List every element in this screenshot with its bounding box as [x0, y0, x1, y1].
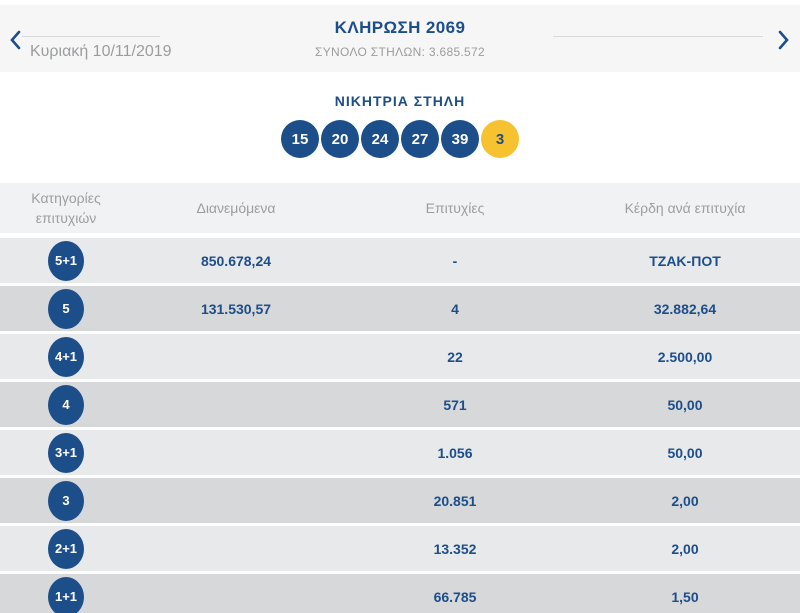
cell-distributed: 131.530,57 [132, 301, 340, 317]
cell-prize: 2,00 [570, 493, 800, 509]
winning-number-ball: 27 [401, 120, 439, 158]
cell-winners: 1.056 [340, 445, 570, 461]
cell-winners: 20.851 [340, 493, 570, 509]
category-badge: 3 [48, 481, 84, 521]
category-badge: 5+1 [48, 241, 84, 281]
cell-prize: 32.882,64 [570, 301, 800, 317]
draw-date: Κυριακή 10/11/2019 [30, 43, 172, 61]
cell-prize: ΤΖΑΚ-ΠΟΤ [570, 253, 800, 269]
bonus-number-ball: 3 [481, 120, 519, 158]
winning-number-ball: 15 [281, 120, 319, 158]
chevron-right-icon [777, 29, 790, 54]
table-row: 3+1 1.056 50,00 [0, 430, 800, 475]
col-header-prize: Κέρδη ανά επιτυχία [570, 200, 800, 216]
category-badge: 4+1 [48, 337, 84, 377]
cell-winners: 22 [340, 349, 570, 365]
draw-header: ΚΛΗΡΩΣΗ 2069 ΣΥΝΟΛΟ ΣΤΗΛΩΝ: 3.685.572 Κυ… [0, 5, 800, 72]
table-row: 3 20.851 2,00 [0, 478, 800, 523]
category-badge: 5 [48, 289, 84, 329]
category-badge: 4 [48, 385, 84, 425]
category-badge: 2+1 [48, 529, 84, 569]
chevron-left-icon [9, 29, 22, 54]
table-row: 4 571 50,00 [0, 382, 800, 427]
col-header-categories: Κατηγορίες επιτυχιών [0, 188, 132, 229]
previous-draw-button[interactable] [7, 29, 23, 53]
cell-distributed: 850.678,24 [132, 253, 340, 269]
category-badge: 3+1 [48, 433, 84, 473]
col-header-winners: Επιτυχίες [340, 200, 570, 216]
cell-winners: - [340, 253, 570, 269]
winning-number-ball: 24 [361, 120, 399, 158]
winning-column-title: ΝΙΚΗΤΡΙΑ ΣΤΗΛΗ [0, 93, 800, 109]
cell-prize: 2,00 [570, 541, 800, 557]
results-table: Κατηγορίες επιτυχιών Διανεμόμενα Επιτυχί… [0, 183, 800, 613]
winning-number-ball: 39 [441, 120, 479, 158]
table-row: 5 131.530,57 4 32.882,64 [0, 286, 800, 331]
winning-number-ball: 20 [321, 120, 359, 158]
cell-winners: 571 [340, 397, 570, 413]
table-row: 5+1 850.678,24 - ΤΖΑΚ-ΠΟΤ [0, 238, 800, 283]
cell-winners: 13.352 [340, 541, 570, 557]
table-row: 2+1 13.352 2,00 [0, 526, 800, 571]
header-divider-left [22, 36, 160, 37]
cell-winners: 66.785 [340, 589, 570, 605]
winning-numbers: 15 20 24 27 39 3 [0, 120, 800, 158]
header-divider-right [553, 36, 763, 37]
cell-prize: 50,00 [570, 445, 800, 461]
col-header-distributed: Διανεμόμενα [132, 200, 340, 216]
table-row: 1+1 66.785 1,50 [0, 574, 800, 613]
table-row: 4+1 22 2.500,00 [0, 334, 800, 379]
cell-prize: 1,50 [570, 589, 800, 605]
cell-prize: 2.500,00 [570, 349, 800, 365]
category-badge: 1+1 [48, 577, 84, 613]
cell-prize: 50,00 [570, 397, 800, 413]
cell-winners: 4 [340, 301, 570, 317]
draw-title: ΚΛΗΡΩΣΗ 2069 [0, 5, 800, 38]
next-draw-button[interactable] [775, 29, 791, 53]
table-header: Κατηγορίες επιτυχιών Διανεμόμενα Επιτυχί… [0, 183, 800, 233]
